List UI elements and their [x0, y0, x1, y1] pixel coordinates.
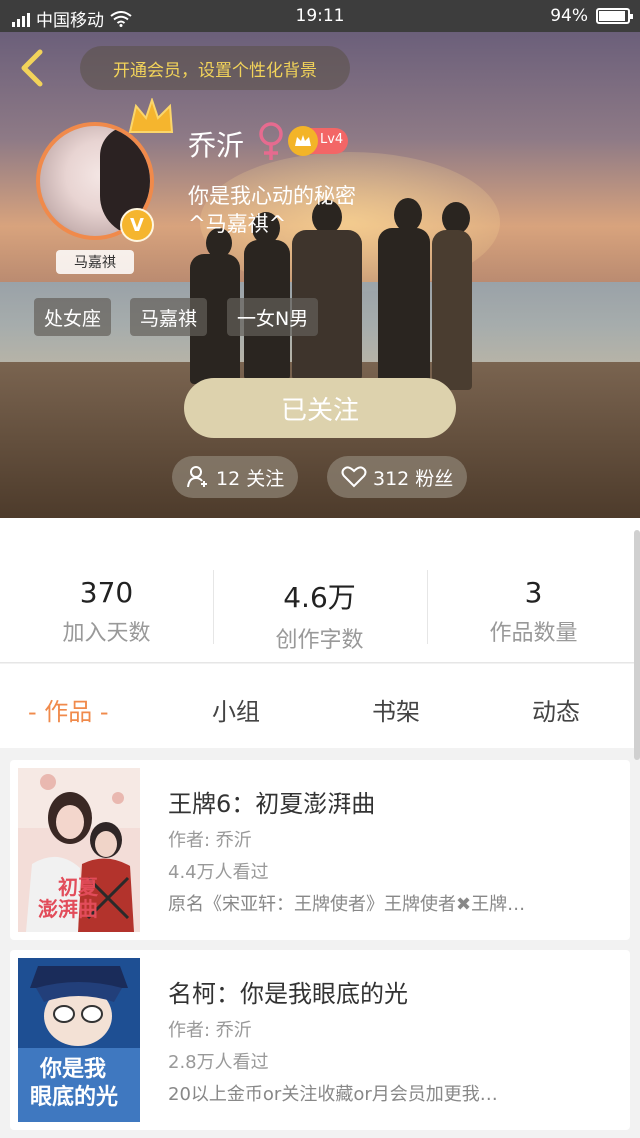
- stat-word-count: 4.6万 创作字数: [213, 576, 426, 654]
- stat-label: 作品数量: [489, 621, 578, 646]
- battery-percent: 94%: [550, 6, 588, 26]
- stats-panel: 370 加入天数 4.6万 创作字数 3 作品数量: [0, 518, 640, 663]
- book-author: 作者: 乔沂: [168, 830, 252, 851]
- stat-join-days: 370 加入天数: [0, 576, 213, 647]
- book-item[interactable]: 初夏 澎湃曲 王牌6：初夏澎湃曲 作者: 乔沂 4.4万人看过 原名《宋亚轩：王…: [10, 760, 630, 940]
- book-views: 2.8万人看过: [168, 1052, 269, 1073]
- status-bar: 中国移动 19:11 94%: [0, 0, 640, 32]
- book-description: 20以上金币or关注收藏or月会员加更我…: [168, 1084, 498, 1105]
- stat-value: 3: [524, 576, 543, 609]
- tag-idol[interactable]: 马嘉祺: [130, 298, 208, 336]
- battery-fill: [599, 11, 626, 21]
- scrollbar[interactable]: [634, 530, 640, 760]
- status-right: 94%: [550, 6, 633, 26]
- svg-text:眼底的光: 眼底的光: [30, 1084, 118, 1110]
- level-badge: Lv4: [288, 126, 348, 156]
- book-views: 4.4万人看过: [168, 862, 269, 883]
- book-author: 作者: 乔沂: [168, 1020, 252, 1041]
- tab-works[interactable]: - 作品 -: [28, 692, 109, 727]
- svg-text:澎湃曲: 澎湃曲: [38, 897, 98, 921]
- tab-bookshelf[interactable]: 书架: [372, 692, 420, 727]
- stat-works-count: 3 作品数量: [427, 576, 640, 647]
- battery-icon: [596, 8, 633, 24]
- tab-groups[interactable]: 小组: [212, 692, 260, 727]
- follow-button[interactable]: 已关注: [184, 378, 456, 438]
- fans-label: 312 粉丝: [373, 467, 454, 490]
- heart-icon: [341, 466, 367, 488]
- tab-activity[interactable]: 动态: [532, 692, 580, 727]
- book-title: 名柯：你是我眼底的光: [168, 980, 408, 1008]
- stat-label: 创作字数: [275, 628, 364, 653]
- svg-text:你是我: 你是我: [39, 1057, 106, 1082]
- book-cover: 初夏 澎湃曲: [18, 768, 140, 932]
- bio-line-2: ^马嘉祺^: [188, 212, 287, 236]
- verified-icon: V: [120, 208, 154, 242]
- level-text: Lv4: [320, 132, 344, 147]
- stat-value: 4.6万: [283, 581, 356, 614]
- username: 乔沂: [188, 129, 245, 162]
- book-description: 原名《宋亚轩：王牌使者》王牌使者✖王牌…: [168, 894, 526, 915]
- fans-button[interactable]: 312 粉丝: [327, 456, 468, 498]
- following-label: 12 关注: [216, 467, 285, 490]
- vip-banner-button[interactable]: 开通会员，设置个性化背景: [80, 46, 350, 90]
- tag-genre[interactable]: 一女N男: [227, 298, 319, 336]
- tag-zodiac[interactable]: 处女座: [34, 298, 112, 336]
- status-time: 19:11: [295, 6, 345, 26]
- crown-icon: [128, 98, 174, 133]
- following-button[interactable]: 12 关注: [172, 456, 299, 498]
- book-cover: 你是我 眼底的光: [18, 958, 140, 1122]
- level-crown-icon: [288, 126, 318, 156]
- book-item[interactable]: 你是我 眼底的光 名柯：你是我眼底的光 作者: 乔沂 2.8万人看过 20以上金…: [10, 950, 630, 1130]
- book-title: 王牌6：初夏澎湃曲: [168, 790, 376, 818]
- fan-tag: 马嘉祺: [56, 250, 134, 274]
- svg-text:初夏: 初夏: [58, 875, 99, 899]
- stat-value: 370: [79, 576, 134, 609]
- back-icon[interactable]: [14, 48, 54, 88]
- bio-line-1: 你是我心动的秘密: [188, 184, 356, 208]
- user-add-icon: [187, 466, 207, 488]
- tab-bar: - 作品 - 小组 书架 动态: [0, 664, 640, 748]
- profile-header: 开通会员，设置个性化背景 V 马嘉祺 乔沂 Lv4 你是我心动的秘密 ^马嘉祺^…: [0, 32, 640, 518]
- female-icon: [259, 122, 283, 160]
- stat-label: 加入天数: [62, 621, 151, 646]
